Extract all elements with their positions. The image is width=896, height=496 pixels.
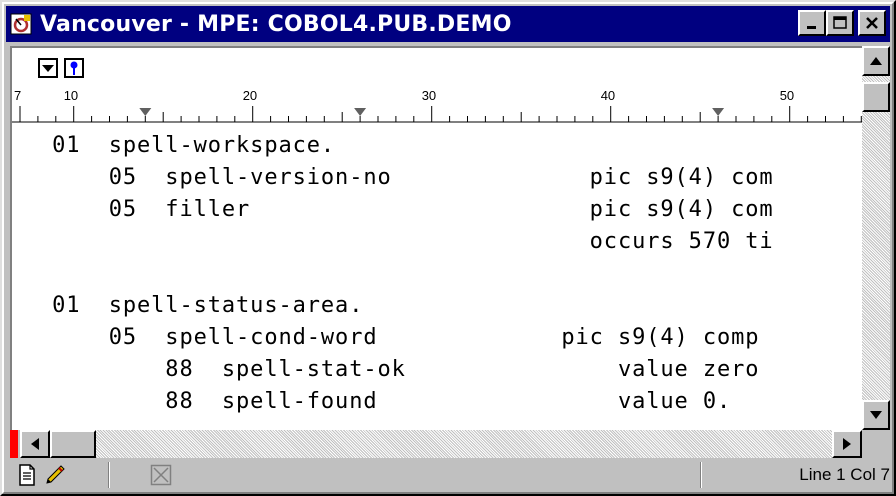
editor-window: Vancouver - MPE: COBOL4.PUB.DEMO 7 10 20 30… — [0, 0, 896, 496]
dropdown-arrow-icon — [42, 65, 54, 72]
ruler-label: 10 — [64, 88, 78, 103]
maximize-button[interactable] — [826, 10, 854, 36]
status-separator — [108, 462, 110, 488]
right-arrow-icon — [843, 438, 851, 450]
code-line[interactable]: 88 spell-stat-ok value zero — [38, 354, 759, 386]
ruler-label: 7 — [14, 88, 21, 103]
window-title: Vancouver - MPE: COBOL4.PUB.DEMO — [40, 11, 512, 37]
close-button[interactable] — [858, 10, 886, 36]
up-arrow-icon — [870, 57, 882, 65]
vertical-scrollbar[interactable] — [862, 46, 890, 430]
scroll-left-button[interactable] — [20, 430, 50, 458]
ruler-label: 50 — [780, 88, 794, 103]
horizontal-scrollbar[interactable] — [20, 430, 862, 458]
left-arrow-icon — [31, 438, 39, 450]
ruler-label: 30 — [422, 88, 436, 103]
pin-icon — [70, 61, 78, 75]
ruler-scale: 7 10 20 30 40 50 — [12, 88, 864, 123]
horizontal-scroll-thumb[interactable] — [50, 430, 96, 458]
scroll-right-button[interactable] — [832, 430, 862, 458]
ruler-label: 20 — [243, 88, 257, 103]
tab-stop-marker-icon[interactable] — [712, 108, 725, 116]
scrollbar-corner — [862, 430, 890, 458]
title-bar[interactable]: Vancouver - MPE: COBOL4.PUB.DEMO — [6, 6, 890, 42]
down-arrow-icon — [870, 411, 882, 419]
vancouver-app-icon[interactable] — [10, 12, 34, 36]
minimize-icon — [807, 26, 816, 29]
status-bar: Line 1 Col 7 — [10, 460, 890, 490]
ruler[interactable]: 7 10 20 30 40 50 — [12, 48, 864, 126]
code-line[interactable]: 05 spell-cond-word pic s9(4) comp — [38, 322, 759, 354]
line-marker — [10, 430, 18, 458]
maximize-icon — [833, 16, 847, 29]
document-icon[interactable] — [14, 462, 40, 488]
scroll-up-button[interactable] — [862, 46, 890, 76]
ruler-pin-button[interactable] — [64, 58, 84, 78]
code-line[interactable]: 05 filler pic s9(4) com — [38, 194, 774, 226]
scroll-down-button[interactable] — [862, 400, 890, 430]
vertical-scroll-thumb[interactable] — [862, 82, 890, 112]
code-line[interactable]: 01 spell-status-area. — [38, 290, 363, 322]
tab-stop-marker-icon[interactable] — [139, 108, 152, 116]
code-line[interactable]: 01 spell-workspace. — [38, 130, 335, 162]
disabled-x-icon — [148, 462, 174, 488]
cursor-position: Line 1 Col 7 — [799, 465, 890, 484]
code-line[interactable]: occurs 570 ti — [38, 226, 774, 258]
pencil-icon[interactable] — [42, 462, 68, 488]
close-icon — [866, 17, 878, 29]
code-line[interactable]: 05 spell-version-no pic s9(4) com — [38, 162, 774, 194]
code-editor[interactable]: 7 10 20 30 40 50 01 spell-workspace. 05 spell… — [10, 46, 864, 430]
ruler-label: 40 — [601, 88, 615, 103]
minimize-button[interactable] — [798, 10, 826, 36]
code-text-area[interactable]: 01 spell-workspace. 05 spell-version-no … — [12, 130, 864, 426]
code-line[interactable]: 88 spell-found value 0. — [38, 386, 731, 418]
ruler-dropdown-button[interactable] — [38, 58, 58, 78]
tab-stop-marker-icon[interactable] — [354, 108, 367, 116]
status-separator — [700, 462, 702, 488]
